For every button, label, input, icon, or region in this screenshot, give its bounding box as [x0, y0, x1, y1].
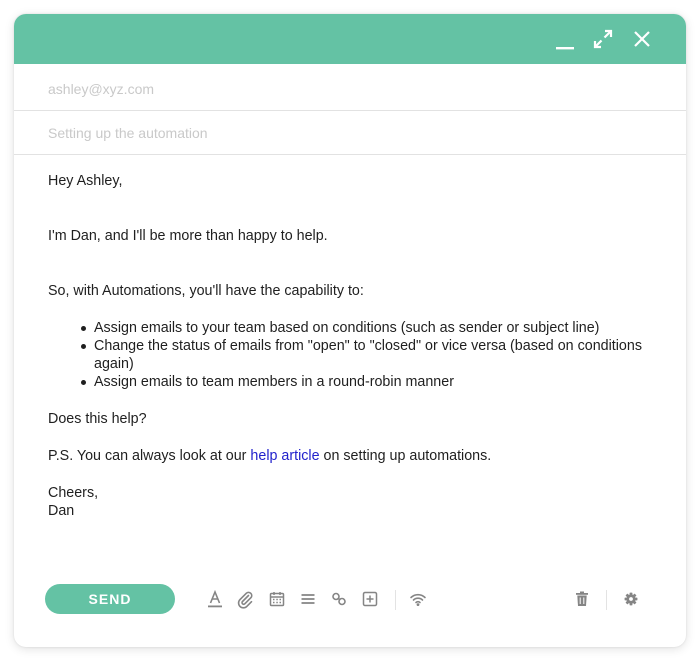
list-item: Assign emails to team members in a round…: [81, 373, 658, 391]
send-button[interactable]: SEND: [45, 584, 175, 614]
expand-icon[interactable]: [591, 27, 615, 51]
message-body[interactable]: Hey Ashley, I'm Dan, and I'll be more th…: [48, 172, 658, 520]
greeting-line: Hey Ashley,: [48, 173, 123, 189]
signal-icon[interactable]: [408, 589, 428, 609]
toolbar-divider: [395, 590, 396, 610]
capability-list: Assign emails to your team based on cond…: [81, 319, 658, 391]
ps-line: P.S. You can always look at our help art…: [48, 447, 658, 465]
link-icon[interactable]: [329, 589, 349, 609]
calendar-icon[interactable]: [267, 589, 287, 609]
gear-icon[interactable]: [621, 589, 641, 609]
signature-line: Dan: [48, 503, 75, 519]
add-box-icon[interactable]: [360, 589, 380, 609]
intro-line: I'm Dan, and I'll be more than happy to …: [48, 228, 328, 244]
compose-window: Hey Ashley, I'm Dan, and I'll be more th…: [14, 14, 686, 647]
question-line: Does this help?: [48, 411, 147, 427]
paperclip-icon[interactable]: [235, 589, 255, 609]
recipient-input[interactable]: [48, 79, 648, 99]
title-bar: [14, 14, 686, 64]
subject-field: [14, 111, 686, 155]
help-article-link[interactable]: help article: [250, 448, 319, 464]
ps-text-before: P.S. You can always look at our: [48, 448, 251, 464]
text-format-icon[interactable]: [205, 589, 225, 609]
signoff-line: Cheers,: [48, 485, 99, 501]
ps-text-after: on setting up automations.: [319, 448, 492, 464]
lead-line: So, with Automations, you'll have the ca…: [48, 283, 364, 299]
toolbar-divider: [606, 590, 607, 610]
trash-icon[interactable]: [572, 589, 592, 609]
list-icon[interactable]: [298, 589, 318, 609]
subject-input[interactable]: [48, 123, 648, 143]
list-item: Change the status of emails from "open" …: [81, 337, 658, 373]
close-icon[interactable]: [630, 27, 654, 51]
list-item: Assign emails to your team based on cond…: [81, 319, 658, 337]
to-field: [14, 67, 686, 111]
minimize-icon[interactable]: [553, 27, 577, 51]
